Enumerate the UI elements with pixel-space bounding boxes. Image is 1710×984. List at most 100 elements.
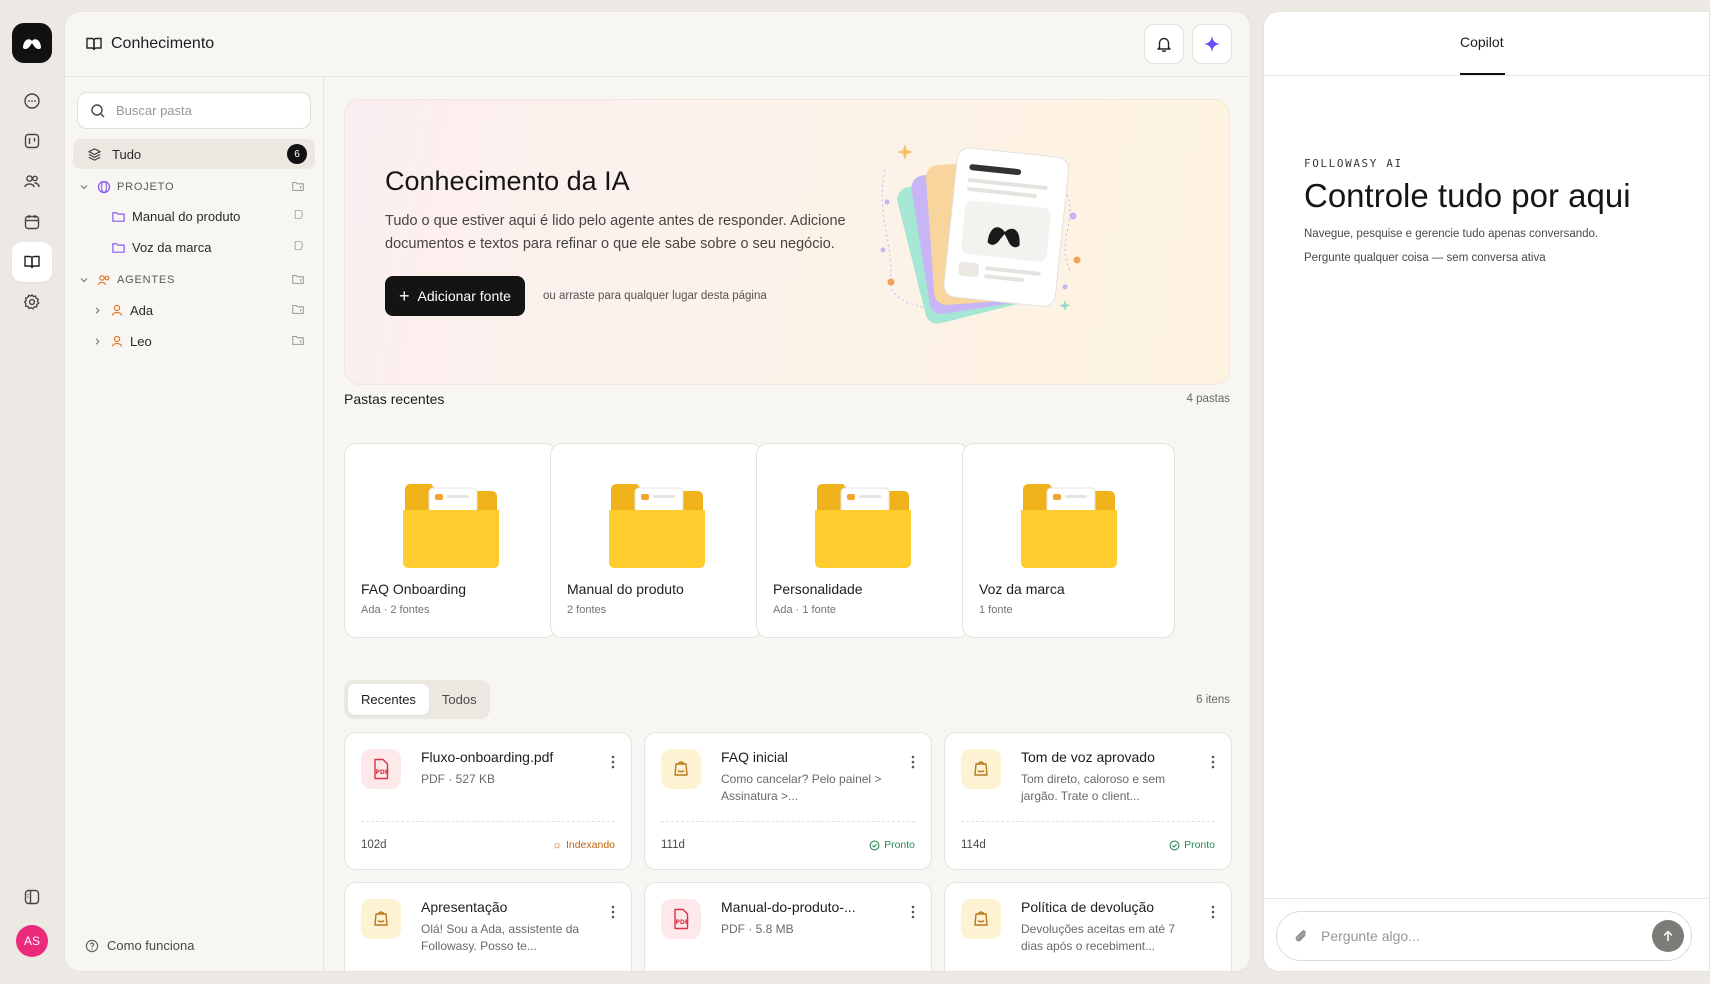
layers-icon [88, 147, 101, 161]
bell-icon [1157, 37, 1171, 52]
tree-item-agent-leo[interactable]: Leo [73, 326, 315, 356]
tab-recent[interactable]: Recentes [348, 684, 429, 715]
tree-item-label: Ada [130, 302, 154, 318]
tree-item-label: Manual do produto [132, 208, 241, 224]
more-options-icon[interactable] [1211, 905, 1215, 919]
send-button[interactable] [1652, 920, 1684, 952]
document-subtitle: Olá! Sou a Ada, assistente da Followasy.… [421, 922, 580, 953]
pdf-file-icon: PDF [661, 899, 701, 939]
main-panel: Conhecimento Tudo 6 PROJETO Manual do pr… [64, 11, 1251, 972]
logo-icon [23, 39, 41, 50]
folder-icon [403, 484, 499, 568]
nav-toggle-panel[interactable] [12, 877, 52, 917]
how-it-works-link[interactable]: Como funciona [85, 938, 194, 953]
add-source-button[interactable]: + Adicionar fonte [385, 276, 525, 316]
tree-item-agent-ada[interactable]: Ada [73, 295, 315, 325]
chevron-right-icon[interactable] [93, 337, 102, 346]
app-logo[interactable] [12, 23, 52, 63]
ai-assistant-button[interactable] [1192, 24, 1232, 64]
more-options-icon[interactable] [611, 755, 615, 769]
divider [361, 821, 615, 822]
tab-all[interactable]: Todos [429, 684, 490, 715]
search-input[interactable] [116, 103, 296, 118]
folder-icon [1021, 484, 1117, 568]
kanban-icon [24, 133, 40, 149]
divider [1264, 75, 1709, 76]
copilot-input[interactable] [1321, 928, 1621, 944]
text-note-icon [961, 749, 1001, 789]
notifications-button[interactable] [1144, 24, 1184, 64]
user-icon [111, 335, 123, 347]
nav-settings[interactable] [12, 282, 52, 322]
copilot-composer [1276, 911, 1692, 961]
drag-handle-icon[interactable] [292, 239, 305, 252]
nav-contacts[interactable] [12, 161, 52, 201]
drag-handle-icon[interactable] [292, 208, 305, 221]
folder-icon [112, 211, 125, 222]
more-options-icon[interactable] [1211, 755, 1215, 769]
nav-calendar[interactable] [12, 202, 52, 242]
tree-item-brand-voice[interactable]: Voz da marca [73, 232, 315, 262]
add-folder-icon[interactable] [291, 272, 305, 286]
svg-text:PDF: PDF [376, 769, 389, 776]
paperclip-icon[interactable] [1293, 928, 1309, 944]
folder-card[interactable]: Voz da marca 1 fonte [962, 443, 1175, 638]
document-title: Política de devolução [1021, 899, 1155, 915]
folder-card[interactable]: Personalidade Ada · 1 fonte [756, 443, 969, 638]
status-label: Pronto [1184, 839, 1215, 851]
folder-name: FAQ Onboarding [361, 581, 467, 597]
drag-hint: ou arraste para qualquer lugar desta pág… [543, 290, 767, 302]
document-card[interactable]: PDF Manual-do-produto-... PDF · 5.8 MB [644, 882, 932, 971]
add-folder-icon[interactable] [291, 333, 305, 347]
status-badge: Pronto [1169, 839, 1215, 851]
top-bar: Conhecimento [65, 12, 1250, 77]
check-circle-icon [869, 840, 880, 850]
how-it-works-label: Como funciona [107, 938, 195, 953]
folder-name: Voz da marca [979, 581, 1065, 597]
arrow-up-icon [1663, 930, 1673, 942]
copilot-description: Navegue, pesquise e gerencie tudo apenas… [1304, 228, 1599, 240]
folder-card[interactable]: Manual do produto 2 fontes [550, 443, 763, 638]
hero-description: Tudo o que estiver aqui é lido pelo agen… [385, 213, 846, 252]
add-folder-icon[interactable] [291, 179, 305, 193]
document-age: 102d [361, 839, 387, 851]
document-card[interactable]: Apresentação Olá! Sou a Ada, assistente … [344, 882, 632, 971]
tree-section-agents[interactable]: AGENTES [73, 265, 315, 295]
folder-meta: Ada · 1 fonte [773, 604, 836, 616]
nav-chat[interactable] [12, 81, 52, 121]
folder-card[interactable]: FAQ Onboarding Ada · 2 fontes [344, 443, 557, 638]
user-avatar[interactable]: AS [16, 925, 48, 957]
tree-item-manual[interactable]: Manual do produto [73, 201, 315, 231]
nav-board[interactable] [12, 121, 52, 161]
document-card[interactable]: Política de devolução Devoluções aceitas… [944, 882, 1232, 971]
copilot-panel: Copilot FOLLOWASY AI Controle tudo por a… [1263, 11, 1710, 972]
document-card[interactable]: FAQ inicial Como cancelar? Pelo painel >… [644, 732, 932, 870]
count-badge: 6 [287, 144, 307, 164]
tree-item-label: Voz da marca [132, 239, 212, 255]
document-card[interactable]: PDF Fluxo-onboarding.pdf PDF · 527 KB 10… [344, 732, 632, 870]
folder-meta: 2 fontes [567, 604, 607, 616]
add-folder-icon[interactable] [291, 302, 305, 316]
copilot-title: Controle tudo por aqui [1304, 177, 1631, 214]
more-options-icon[interactable] [911, 755, 915, 769]
tree-item-all[interactable]: Tudo 6 [73, 139, 315, 169]
avatar-initials: AS [23, 934, 40, 948]
tree-section-project[interactable]: PROJETO [73, 172, 315, 202]
tab-copilot[interactable]: Copilot [1460, 34, 1504, 50]
chevron-right-icon[interactable] [93, 306, 102, 315]
sidebar-toggle-icon [24, 889, 40, 905]
users-icon [97, 275, 110, 286]
help-circle-icon [85, 939, 99, 952]
chat-bubble-icon [24, 93, 40, 109]
hero-title: Conhecimento da IA [385, 166, 630, 196]
document-card[interactable]: Tom de voz aprovado Tom direto, caloroso… [944, 732, 1232, 870]
chevron-down-icon [80, 185, 88, 190]
folder-meta: Ada · 2 fontes [361, 604, 430, 616]
more-options-icon[interactable] [611, 905, 615, 919]
nav-knowledge[interactable] [12, 242, 52, 282]
svg-text:PDF: PDF [676, 919, 689, 926]
status-label: Pronto [884, 839, 915, 851]
document-age: 114d [961, 839, 986, 851]
view-tabs: Recentes Todos [344, 680, 490, 719]
more-options-icon[interactable] [911, 905, 915, 919]
